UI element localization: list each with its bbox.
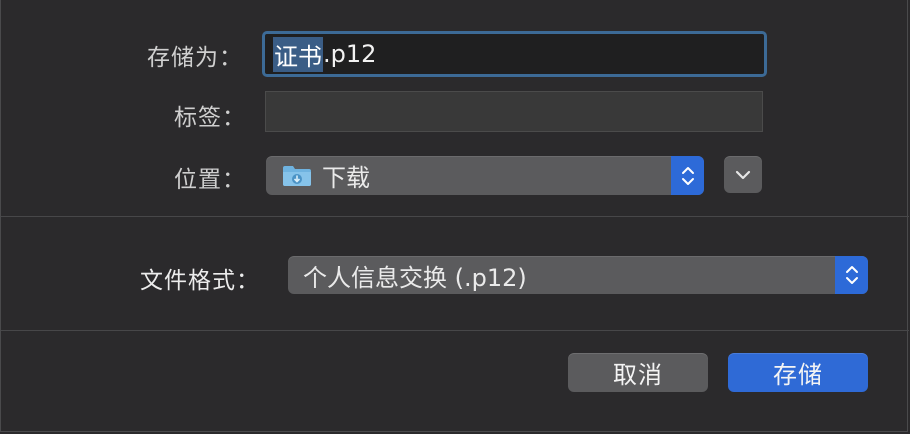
downloads-folder-icon xyxy=(283,165,311,186)
tags-input[interactable] xyxy=(265,91,763,132)
save-as-label: 存储为： xyxy=(147,45,243,71)
divider-top xyxy=(1,216,909,217)
file-format-stepper[interactable] xyxy=(835,256,868,294)
file-format-popup[interactable]: 个人信息交换 (.p12) xyxy=(288,256,868,294)
filename-input[interactable]: 证书 .p12 xyxy=(262,31,767,77)
up-down-chevron-icon xyxy=(681,166,694,185)
save-dialog: 存储为： 证书 .p12 标签： 位置： 下载 文件格式： 个人信息交换 (.p1… xyxy=(0,0,909,432)
divider-bottom xyxy=(1,330,909,331)
filename-selected-text: 证书 xyxy=(273,36,323,72)
location-label: 位置： xyxy=(174,167,246,193)
save-button[interactable]: 存储 xyxy=(728,353,868,392)
location-stepper[interactable] xyxy=(671,156,704,195)
expand-button[interactable] xyxy=(724,156,762,193)
tags-label: 标签： xyxy=(174,105,246,131)
chevron-down-icon xyxy=(735,170,751,179)
location-value: 下载 xyxy=(322,164,370,192)
cancel-button[interactable]: 取消 xyxy=(568,353,708,392)
filename-extension-text: .p12 xyxy=(323,40,377,68)
location-popup[interactable]: 下载 xyxy=(266,156,704,195)
file-format-label: 文件格式： xyxy=(140,268,260,294)
up-down-chevron-icon xyxy=(845,266,858,284)
file-format-value: 个人信息交换 (.p12) xyxy=(303,263,527,292)
